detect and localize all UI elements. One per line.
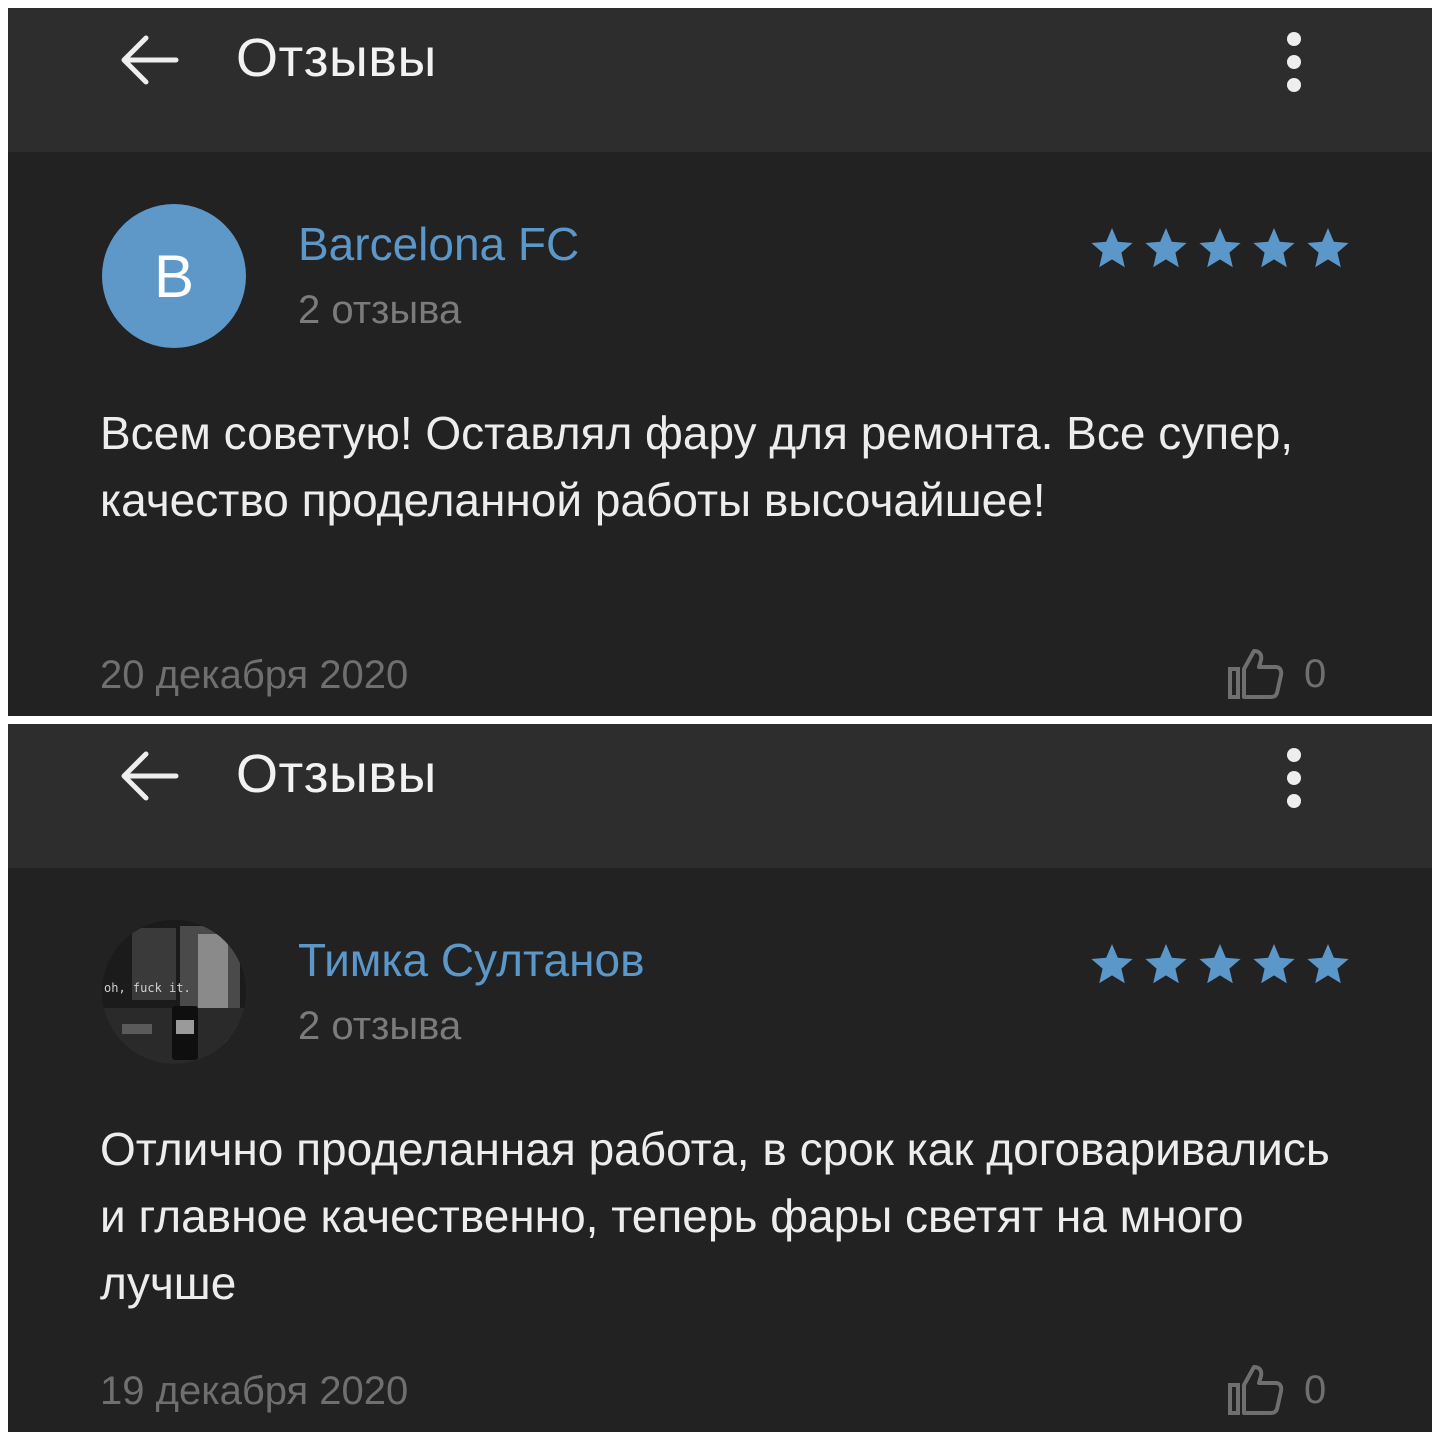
review-text: Всем советую! Оставлял фару для ремонта.… <box>100 407 1294 526</box>
star-icon <box>1253 228 1295 268</box>
thumbs-up-icon <box>1228 1365 1284 1415</box>
avatar[interactable]: B <box>102 204 246 348</box>
rating-stars <box>1088 938 1352 990</box>
star-icon <box>1091 228 1133 268</box>
back-button[interactable] <box>108 20 188 100</box>
review-screen-2: Отзывы oh, fuck it. Тимка Султанов 2 отз… <box>8 724 1432 1432</box>
rating-stars <box>1088 222 1352 274</box>
review-screen-1: Отзывы B Barcelona FC 2 отзыва Всем сове… <box>8 8 1432 716</box>
star-icon <box>1307 228 1349 268</box>
page-title: Отзывы <box>236 28 437 88</box>
star-icon <box>1253 944 1295 984</box>
more-vertical-icon-dot <box>1287 794 1301 808</box>
like-count: 0 <box>1304 1367 1327 1412</box>
more-vertical-icon-dot <box>1287 78 1301 92</box>
arrow-left-icon <box>121 751 179 801</box>
author-review-count: 2 отзыва <box>298 1004 462 1048</box>
like-button[interactable]: 0 <box>1226 644 1326 704</box>
avatar[interactable]: oh, fuck it. <box>102 920 246 1064</box>
star-icon <box>1145 944 1187 984</box>
avatar-photo: oh, fuck it. <box>102 920 246 1064</box>
author-name[interactable]: Barcelona FC <box>298 216 579 272</box>
avatar-caption: oh, fuck it. <box>104 981 191 995</box>
arrow-left-icon <box>121 35 179 85</box>
more-options-button[interactable] <box>1270 732 1318 824</box>
more-options-button[interactable] <box>1270 16 1318 108</box>
more-vertical-icon-dot <box>1287 771 1301 785</box>
review-date: 20 декабря 2020 <box>100 653 409 697</box>
app-bar: Отзывы <box>8 724 1432 868</box>
review-text: Отлично проделанная работа, в срок как д… <box>100 1123 1330 1309</box>
like-count: 0 <box>1304 651 1327 696</box>
back-button[interactable] <box>108 736 188 816</box>
more-vertical-icon-dot <box>1287 55 1301 69</box>
star-icon <box>1199 944 1241 984</box>
star-icon <box>1307 944 1349 984</box>
more-vertical-icon <box>1287 32 1301 46</box>
page-title: Отзывы <box>236 744 437 804</box>
author-review-count: 2 отзыва <box>298 288 462 332</box>
thumbs-up-icon <box>1228 649 1284 699</box>
like-button[interactable]: 0 <box>1226 1360 1326 1420</box>
review-date: 19 декабря 2020 <box>100 1369 409 1413</box>
star-icon <box>1145 228 1187 268</box>
author-name[interactable]: Тимка Султанов <box>298 932 645 988</box>
star-icon <box>1091 944 1133 984</box>
star-icon <box>1199 228 1241 268</box>
app-bar: Отзывы <box>8 8 1432 152</box>
avatar-letter: B <box>153 242 195 310</box>
more-vertical-icon <box>1287 748 1301 762</box>
